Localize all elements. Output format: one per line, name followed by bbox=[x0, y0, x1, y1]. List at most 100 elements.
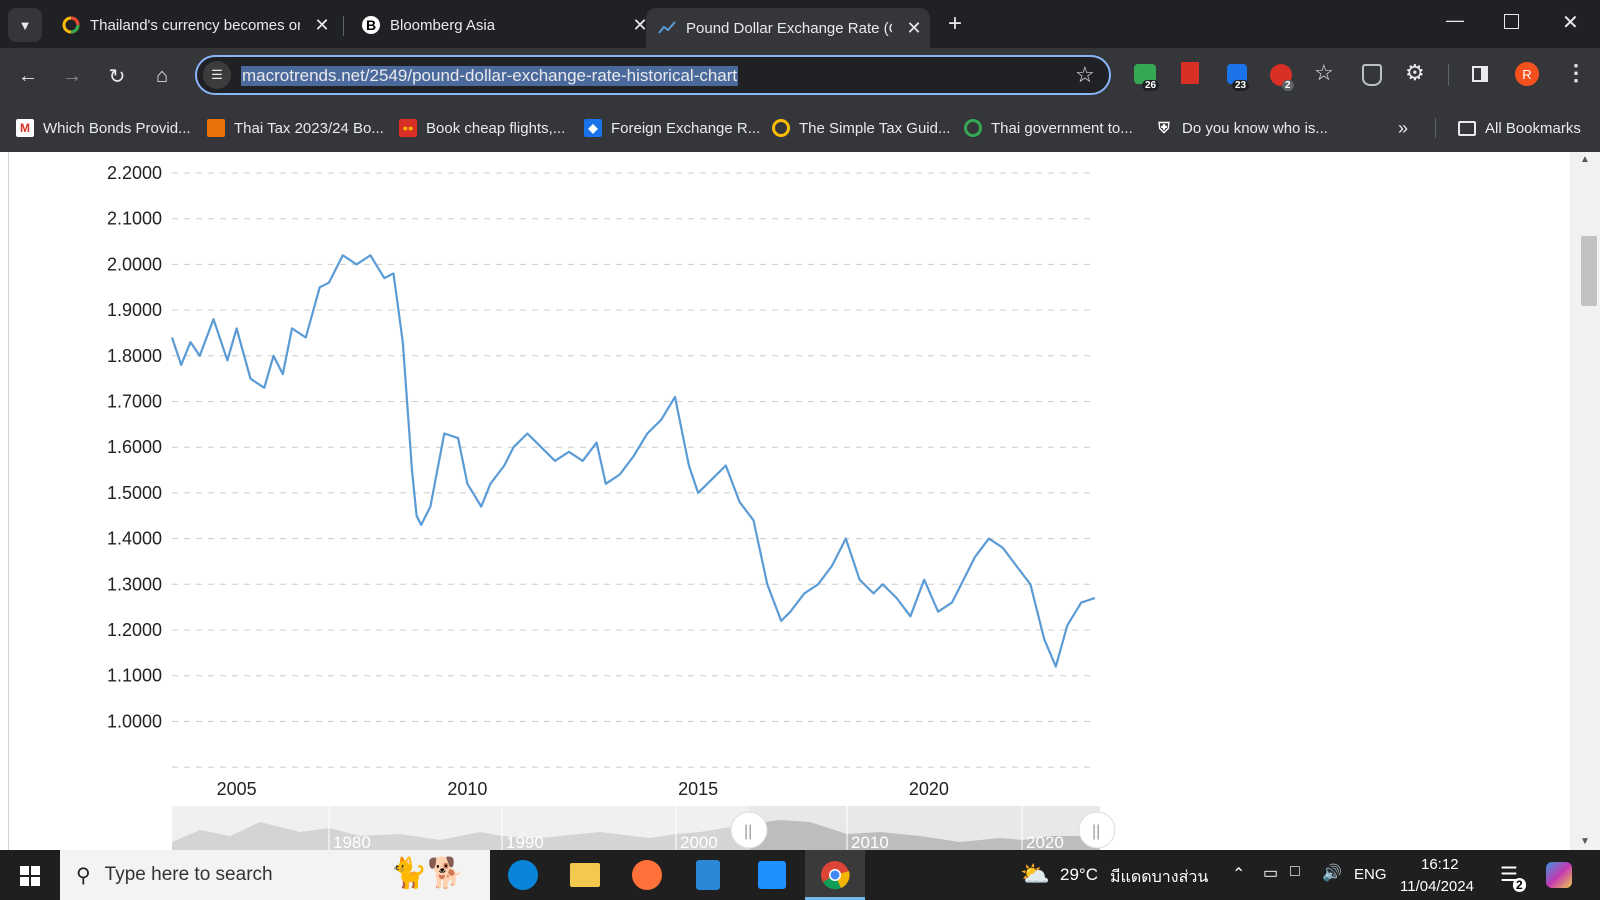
pdf-extension-icon[interactable] bbox=[1181, 62, 1199, 84]
site-info-icon[interactable]: ☰ bbox=[203, 61, 231, 89]
bookmark-label: Which Bonds Provid... bbox=[43, 119, 191, 137]
reload-button[interactable]: ↻ bbox=[101, 60, 133, 92]
x-tick-label: 2015 bbox=[678, 779, 718, 799]
file-explorer-icon[interactable] bbox=[570, 863, 600, 887]
search-highlight-icon: 🐈🐕 bbox=[390, 857, 465, 890]
restore-button[interactable] bbox=[1504, 14, 1519, 29]
extension-badge: 26 bbox=[1142, 80, 1160, 91]
bookmark-label: Thai Tax 2023/24 Bo... bbox=[234, 119, 384, 137]
close-window-button[interactable]: ✕ bbox=[1562, 10, 1579, 35]
navigator-label: 1980 bbox=[333, 833, 371, 850]
weather-icon[interactable]: ⛅ bbox=[1020, 860, 1050, 889]
firefox-icon[interactable] bbox=[632, 860, 662, 890]
shield-extension-icon[interactable] bbox=[1362, 64, 1382, 86]
address-bar[interactable]: ☰ macrotrends.net/2549/pound-dollar-exch… bbox=[195, 55, 1111, 95]
taskbar-search[interactable]: ⚲ Type here to search 🐈🐕 bbox=[60, 850, 490, 900]
y-tick-label: 1.6000 bbox=[107, 437, 162, 457]
bookmark-item[interactable]: M Which Bonds Provid... bbox=[16, 116, 191, 140]
volume-icon[interactable]: 🔊 bbox=[1322, 863, 1342, 883]
chart-series bbox=[170, 254, 1096, 668]
bookmark-item[interactable]: Thai Tax 2023/24 Bo... bbox=[207, 116, 384, 140]
chart-gridlines bbox=[172, 172, 1095, 768]
weather-text[interactable]: มีแดดบางส่วน bbox=[1110, 865, 1208, 890]
copilot-icon[interactable] bbox=[1546, 862, 1572, 888]
bookmark-star-icon[interactable]: ☆ bbox=[1314, 60, 1334, 86]
y-tick-label: 1.9000 bbox=[107, 300, 162, 320]
language-indicator[interactable]: ENG bbox=[1354, 866, 1387, 883]
range-navigator[interactable]: 1980 1990 2000 2010 2020 || || bbox=[172, 806, 1116, 850]
extension-badge: 23 bbox=[1232, 80, 1250, 91]
all-bookmarks-button[interactable]: All Bookmarks bbox=[1458, 116, 1581, 140]
chevron-up-icon[interactable]: ⌃ bbox=[1232, 864, 1245, 884]
scroll-down-icon[interactable]: ▼ bbox=[1580, 836, 1590, 847]
arrow-left-icon: ← bbox=[18, 64, 38, 87]
toolbar-divider bbox=[1448, 64, 1449, 86]
double-chevron-icon: » bbox=[1398, 117, 1409, 138]
bookmark-item[interactable]: ●● Book cheap flights,... bbox=[399, 116, 565, 140]
profile-avatar[interactable]: R bbox=[1515, 62, 1539, 86]
home-button[interactable]: ⌂ bbox=[146, 60, 178, 92]
reload-icon: ↻ bbox=[108, 65, 126, 88]
shield-icon: ⛨ bbox=[1158, 119, 1170, 137]
star-icon[interactable]: ☆ bbox=[1075, 62, 1095, 88]
close-icon: ✕ bbox=[1562, 12, 1579, 34]
notification-badge: 2 bbox=[1513, 878, 1526, 892]
url-text[interactable]: macrotrends.net/2549/pound-dollar-exchan… bbox=[241, 66, 739, 86]
arrow-right-icon: → bbox=[62, 64, 82, 87]
close-icon[interactable]: ✕ bbox=[904, 18, 924, 39]
bookmark-item[interactable]: ⛨ Do you know who is... bbox=[1155, 116, 1328, 140]
plus-icon: + bbox=[948, 10, 963, 37]
tab-search-button[interactable]: ▼ bbox=[8, 8, 42, 42]
puzzle-icon[interactable]: ⚙ bbox=[1405, 60, 1425, 86]
google-icon bbox=[772, 119, 790, 137]
y-tick-label: 1.1000 bbox=[107, 666, 162, 686]
calendar-icon[interactable] bbox=[758, 861, 786, 889]
close-icon[interactable]: ✕ bbox=[312, 15, 332, 36]
bookmark-label: Thai government to... bbox=[991, 119, 1133, 137]
more-bookmarks-button[interactable]: » bbox=[1398, 116, 1408, 140]
calculator-icon[interactable] bbox=[696, 860, 720, 890]
airasia-icon: ●● bbox=[399, 119, 417, 137]
y-tick-label: 1.3000 bbox=[107, 574, 162, 594]
tab-title: Pound Dollar Exchange Rate (G bbox=[686, 19, 892, 37]
x-tick-label: 2020 bbox=[909, 779, 949, 799]
scrollbar-thumb[interactable] bbox=[1581, 236, 1597, 306]
minimize-button[interactable]: — bbox=[1446, 10, 1464, 31]
bookmark-item[interactable]: The Simple Tax Guid... bbox=[772, 116, 950, 140]
bloomberg-icon: B bbox=[362, 16, 380, 34]
tab-pound-dollar[interactable]: Pound Dollar Exchange Rate (G ✕ bbox=[646, 8, 930, 48]
y-axis-labels: 2.2000 2.1000 2.0000 1.9000 1.8000 1.7000 1.60… bbox=[107, 163, 162, 731]
extension-badge: 2 bbox=[1282, 80, 1294, 91]
clock-time[interactable]: 16:12 bbox=[1421, 856, 1459, 873]
y-tick-label: 2.2000 bbox=[107, 163, 162, 183]
weather-temp[interactable]: 29°C bbox=[1060, 865, 1098, 885]
bookmark-item[interactable]: Thai government to... bbox=[964, 116, 1133, 140]
exchange-rate-chart: 2.2000 2.1000 2.0000 1.9000 1.8000 1.7000 1.60… bbox=[107, 163, 1116, 850]
navigator-label: 1990 bbox=[506, 833, 544, 850]
bookmark-label: Do you know who is... bbox=[1182, 119, 1328, 137]
y-tick-label: 1.0000 bbox=[107, 711, 162, 731]
more-menu-icon[interactable]: ⋮ bbox=[1565, 60, 1587, 86]
y-tick-label: 2.0000 bbox=[107, 254, 162, 274]
tab-bloomberg[interactable]: B Bloomberg Asia ✕ bbox=[350, 8, 650, 42]
forward-button[interactable]: → bbox=[56, 60, 88, 92]
gmail-icon: M bbox=[16, 119, 34, 137]
edge-icon[interactable] bbox=[508, 860, 538, 890]
search-placeholder: Type here to search bbox=[104, 864, 273, 885]
display-icon[interactable]: □ bbox=[1290, 863, 1300, 881]
tab-thailand-currency[interactable]: Thailand's currency becomes or ✕ bbox=[50, 8, 332, 42]
new-tab-button[interactable]: + bbox=[948, 10, 962, 38]
network-icon[interactable]: ▭ bbox=[1263, 863, 1278, 883]
back-button[interactable]: ← bbox=[12, 60, 44, 92]
x-axis-labels: 2005 2010 2015 2020 bbox=[217, 779, 949, 799]
windows-icon bbox=[20, 866, 40, 886]
side-panel-icon[interactable] bbox=[1472, 66, 1488, 82]
chrome-taskbar-button[interactable] bbox=[805, 850, 865, 900]
windows-start-button[interactable] bbox=[20, 866, 40, 886]
x-tick-label: 2010 bbox=[447, 779, 487, 799]
clock-date[interactable]: 11/04/2024 bbox=[1400, 878, 1474, 895]
all-bookmarks-label: All Bookmarks bbox=[1485, 119, 1581, 137]
bookmark-item[interactable]: ◆ Foreign Exchange R... bbox=[584, 116, 760, 140]
y-tick-label: 1.5000 bbox=[107, 483, 162, 503]
scroll-up-icon[interactable]: ▲ bbox=[1580, 154, 1590, 165]
